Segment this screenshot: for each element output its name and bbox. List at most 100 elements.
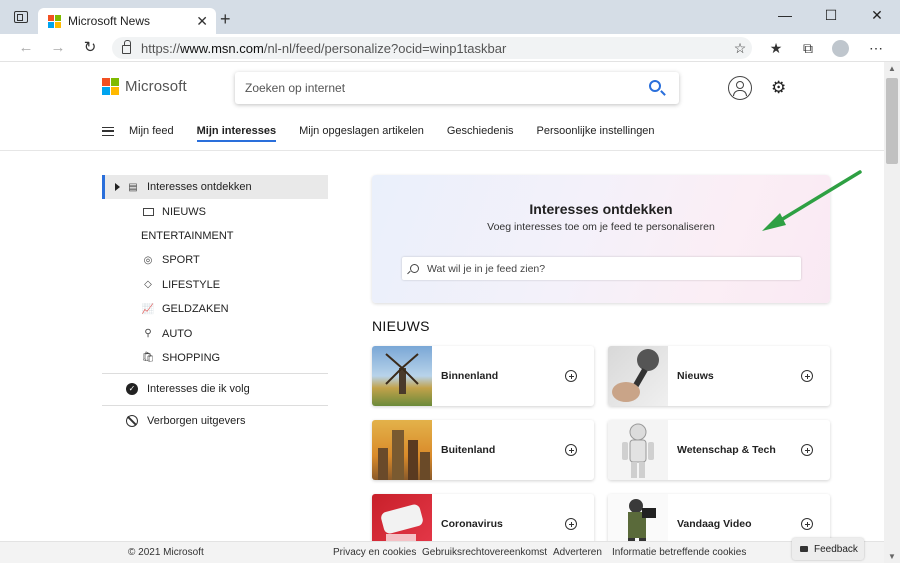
page-scrollbar[interactable]: ▲ ▼ — [884, 62, 900, 563]
sidebar-item-news[interactable]: NIEUWS — [102, 199, 328, 223]
sidebar-item-money[interactable]: 📈 GELDZAKEN — [102, 297, 328, 321]
microsoft-logo[interactable]: Microsoft — [102, 78, 187, 95]
sidebar-item-label: SPORT — [162, 254, 200, 267]
sidebar-item-label: Interesses die ik volg — [147, 383, 250, 396]
feed-search-input[interactable] — [427, 262, 797, 275]
sidebar-item-entertainment[interactable]: ENTERTAINMENT — [102, 224, 328, 248]
web-search-input[interactable] — [245, 81, 625, 95]
feed-search-box — [402, 257, 801, 280]
follow-plus-icon[interactable] — [565, 370, 577, 382]
nav-personal-settings[interactable]: Persoonlijke instellingen — [537, 125, 655, 137]
url-host: www.msn.com — [180, 40, 264, 56]
hamburger-icon[interactable] — [102, 126, 114, 136]
tab-title: Microsoft News — [68, 14, 151, 28]
sidebar-item-label: Interesses ontdekken — [147, 181, 252, 194]
nav-saved-articles[interactable]: Mijn opgeslagen artikelen — [299, 125, 424, 137]
follow-plus-icon[interactable] — [801, 518, 813, 530]
topic-card-label: Buitenland — [441, 444, 496, 456]
scroll-up-icon[interactable]: ▲ — [888, 64, 896, 73]
url-path: /nl-nl/feed/personalize?ocid=winp1taskba… — [263, 40, 507, 56]
footer-link-terms[interactable]: Gebruiksrechtovereenkomst — [422, 547, 547, 558]
sidebar-item-label: AUTO — [162, 327, 193, 340]
robot-thumbnail — [608, 420, 668, 480]
sidebar-item-lifestyle[interactable]: ◇ LIFESTYLE — [102, 273, 328, 297]
msn-page: Microsoft ⚙ Mijn feed Mijn interesses Mi… — [0, 62, 884, 563]
shopping-bag-icon: 🛍 — [141, 352, 155, 364]
new-tab-icon[interactable]: + — [220, 10, 231, 28]
sidebar-item-hidden-publishers[interactable]: Verborgen uitgevers — [102, 409, 328, 433]
gear-icon[interactable]: ⚙ — [771, 79, 786, 96]
maximize-icon[interactable]: ☐ — [808, 0, 854, 30]
footer-link-advertise[interactable]: Adverteren — [553, 547, 602, 558]
scroll-down-icon[interactable]: ▼ — [888, 552, 896, 561]
sidebar-item-shopping[interactable]: 🛍 SHOPPING — [102, 346, 328, 370]
nav-my-feed[interactable]: Mijn feed — [129, 125, 174, 137]
minimize-icon[interactable]: — — [762, 0, 808, 30]
car-icon: ⚲ — [144, 328, 152, 340]
sidebar-item-label: ENTERTAINMENT — [141, 229, 234, 242]
expand-caret-icon[interactable] — [115, 183, 120, 192]
follow-plus-icon[interactable] — [565, 444, 577, 456]
more-options-icon[interactable]: ⋯ — [866, 38, 886, 58]
account-icon[interactable] — [728, 76, 752, 100]
microphone-icon — [612, 349, 659, 402]
copyright: © 2021 Microsoft — [128, 547, 204, 558]
microphone-thumbnail — [608, 346, 668, 406]
block-icon — [126, 414, 138, 427]
sidebar-item-label: Verborgen uitgevers — [147, 414, 246, 427]
refresh-icon[interactable]: ↻ — [80, 38, 100, 58]
topic-card-binnenland[interactable]: Binnenland — [372, 346, 594, 406]
nav-my-interests[interactable]: Mijn interesses — [196, 125, 277, 142]
microsoft-logo-icon — [102, 78, 119, 95]
nav-history[interactable]: Geschiedenis — [447, 125, 514, 137]
topic-card-buitenland[interactable]: Buitenland — [372, 420, 594, 480]
web-search-box — [235, 72, 679, 104]
news-icon-wrap — [141, 206, 155, 218]
green-arrow-icon — [762, 170, 862, 231]
browser-titlebar: Microsoft News ✕ + — ☐ ✕ — [0, 0, 900, 34]
browser-toolbar: ← → ↻ https://www.msn.com/nl-nl/feed/per… — [0, 34, 900, 62]
close-window-icon[interactable]: ✕ — [854, 0, 900, 30]
url-prefix: https:// — [141, 40, 181, 56]
window-controls: — ☐ ✕ — [762, 0, 900, 30]
windmill-icon — [385, 353, 419, 394]
topic-card-label: Binnenland — [441, 370, 499, 382]
tab-actions-icon[interactable] — [14, 11, 28, 23]
footer-link-privacy[interactable]: Privacy en cookies — [333, 547, 416, 558]
sidebar-divider — [102, 404, 328, 406]
browser-tab[interactable]: Microsoft News ✕ — [38, 8, 216, 34]
sidebar-divider — [102, 373, 328, 375]
browser-profile-icon[interactable] — [832, 40, 849, 57]
news-section-title: NIEUWS — [372, 318, 430, 334]
tab-close-icon[interactable]: ✕ — [196, 13, 208, 30]
back-icon[interactable]: ← — [16, 38, 36, 58]
topic-card-nieuws[interactable]: Nieuws — [608, 346, 830, 406]
forward-icon[interactable]: → — [48, 38, 68, 58]
topic-card-wetenschap-tech[interactable]: Wetenschap & Tech — [608, 420, 830, 480]
windmill-thumbnail — [372, 346, 432, 406]
add-favorite-icon[interactable]: ☆ — [730, 38, 750, 58]
follow-plus-icon[interactable] — [801, 370, 813, 382]
interests-sidebar: ▤ Interesses ontdekken NIEUWS ENTERTAINM… — [102, 175, 328, 433]
diamond-icon: ◇ — [144, 279, 152, 291]
sidebar-item-auto[interactable]: ⚲ AUTO — [102, 321, 328, 345]
follow-plus-icon[interactable] — [801, 444, 813, 456]
sidebar-item-label: NIEUWS — [162, 205, 206, 218]
sidebar-item-sport[interactable]: ◎ SPORT — [102, 248, 328, 272]
sidebar-item-following[interactable]: ✓ Interesses die ik volg — [102, 377, 328, 401]
header-divider — [0, 150, 884, 151]
feedback-label: Feedback — [814, 543, 858, 555]
feed-nav: Mijn feed Mijn interesses Mijn opgeslage… — [102, 122, 678, 142]
favorites-icon[interactable]: ★ — [766, 38, 786, 58]
collections-icon[interactable]: ⧉ — [798, 38, 818, 58]
search-icon[interactable] — [649, 80, 661, 92]
footer-link-cookies[interactable]: Informatie betreffende cookies — [612, 547, 746, 558]
sidebar-item-label: SHOPPING — [162, 351, 221, 364]
scroll-thumb[interactable] — [886, 78, 898, 164]
lock-icon[interactable] — [122, 39, 131, 54]
feedback-icon — [800, 546, 808, 552]
follow-plus-icon[interactable] — [565, 518, 577, 530]
address-bar[interactable]: https://www.msn.com/nl-nl/feed/personali… — [112, 37, 752, 59]
sidebar-item-discover[interactable]: ▤ Interesses ontdekken — [102, 175, 328, 200]
feedback-button[interactable]: Feedback — [792, 538, 864, 560]
